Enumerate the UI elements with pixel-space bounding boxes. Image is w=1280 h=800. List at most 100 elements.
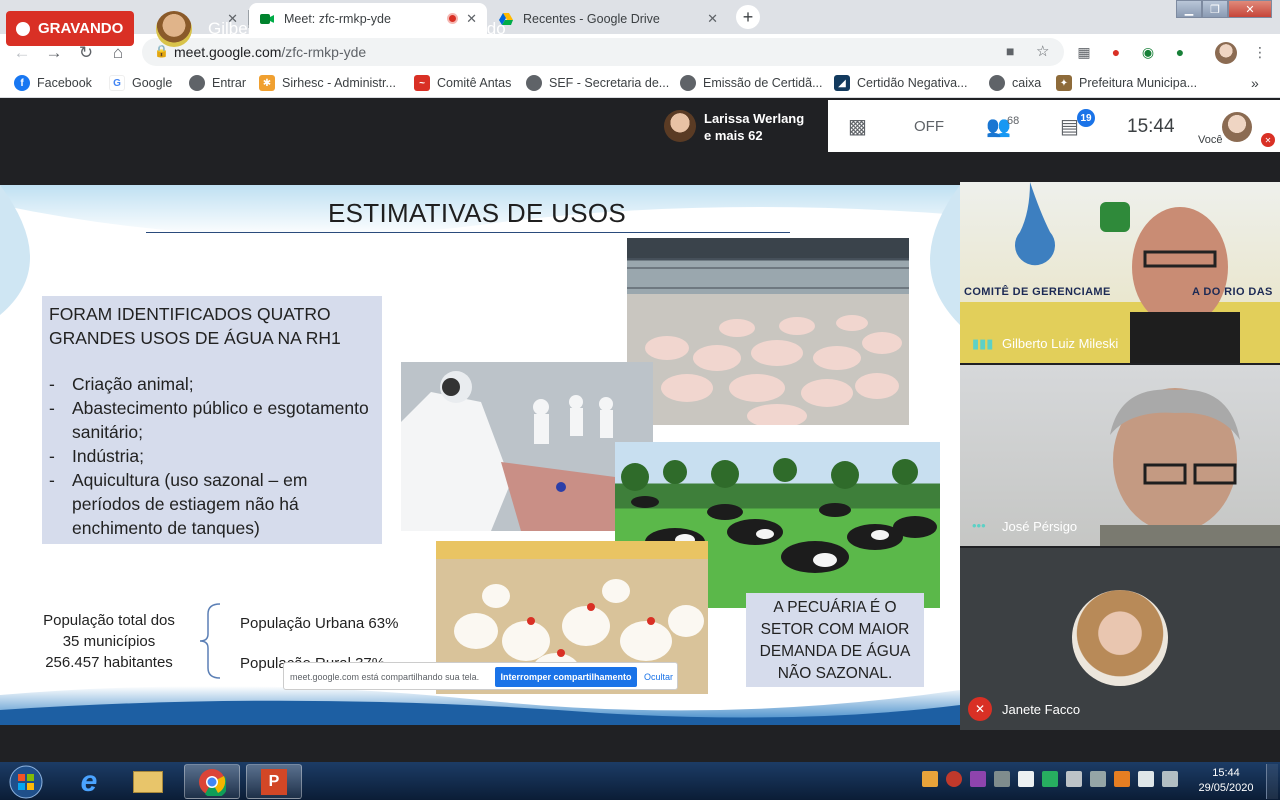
forward-icon[interactable]: → xyxy=(44,43,64,63)
taskbar-clock[interactable]: 15:44 29/05/2020 xyxy=(1196,766,1256,796)
show-desktop-button[interactable] xyxy=(1266,764,1278,799)
pig-farm-photo xyxy=(627,238,909,425)
sirhesc-icon: ✱ xyxy=(259,75,275,91)
tray-volume-icon[interactable] xyxy=(1066,771,1082,787)
captions-toggle[interactable]: OFF xyxy=(914,118,944,135)
bookmark-prefeitura[interactable]: ✦ Prefeitura Municipa... xyxy=(1056,75,1197,91)
banner-text: COMITÊ DE GERENCIAME xyxy=(964,286,1111,298)
certidao-icon: ◢ xyxy=(834,75,850,91)
bookmark-google[interactable]: G Google xyxy=(109,75,172,91)
bookmark-label: Entrar xyxy=(212,76,247,90)
file-explorer-icon[interactable] xyxy=(120,764,176,799)
participant-avatar xyxy=(1072,590,1168,686)
participant-tile-gilberto[interactable]: COMITÊ DE GERENCIAME A DO RIO DAS ▮▮▮ Gi… xyxy=(960,182,1280,363)
powerpoint-icon[interactable]: P xyxy=(246,764,302,799)
apps-grid-icon[interactable]: ▦ xyxy=(1074,42,1094,62)
more-bookmarks-icon[interactable]: » xyxy=(1251,75,1259,91)
brace-shape xyxy=(199,603,221,679)
mic-off-icon: ✕ xyxy=(968,697,992,721)
bookmark-label: Certidão Negativa... xyxy=(857,76,968,90)
browser-toolbar: ← → ↻ ⌂ 🔒 meet.google.com/zfc-rmkp-yde ■… xyxy=(0,34,1280,70)
close-icon[interactable]: ✕ xyxy=(707,11,718,27)
bookmark-facebook[interactable]: f Facebook xyxy=(14,75,92,91)
list-item: Indústria; xyxy=(49,444,375,468)
self-avatar[interactable] xyxy=(1222,112,1252,142)
camera-icon[interactable]: ■ xyxy=(1006,43,1014,59)
uses-heading: FORAM IDENTIFICADOS QUATRO GRANDES USOS … xyxy=(49,304,341,348)
title-underline xyxy=(146,232,790,233)
lock-icon: 🔒 xyxy=(154,44,169,58)
tray-power-icon[interactable] xyxy=(1162,771,1178,787)
tray-security-icon[interactable] xyxy=(1042,771,1058,787)
bookmark-sef[interactable]: SEF - Secretaria de... xyxy=(526,75,669,91)
new-tab-button[interactable]: + xyxy=(736,5,760,29)
participant-tile-janete[interactable]: ✕ Janete Facco xyxy=(960,548,1280,730)
minimize-button[interactable]: ▁ xyxy=(1176,0,1202,18)
bookmark-caixa[interactable]: caixa xyxy=(989,75,1041,91)
tray-network-icon[interactable] xyxy=(1138,771,1154,787)
star-icon[interactable]: ☆ xyxy=(1036,42,1049,60)
urban-population: População Urbana 63% xyxy=(240,615,399,632)
comite-icon: ~ xyxy=(414,75,430,91)
bookmark-certidao[interactable]: ◢ Certidão Negativa... xyxy=(834,75,967,91)
viewer-count: e mais 62 xyxy=(704,128,763,143)
presenting-text: Gilberto Luiz Mileski está apresentando xyxy=(208,19,506,38)
participant-name: Janete Facco xyxy=(1002,702,1081,717)
viewer-name: Larissa Werlang xyxy=(704,111,805,126)
highlight-box: A PECUÁRIA É O SETOR COM MAIOR DEMANDA D… xyxy=(746,593,924,687)
tray-device-icon[interactable] xyxy=(994,771,1010,787)
chrome-taskbar-icon[interactable] xyxy=(184,764,240,799)
population-line: 256.457 habitantes xyxy=(45,654,173,671)
mic-off-icon: ✕ xyxy=(1261,133,1275,147)
tray-java-icon[interactable] xyxy=(1114,771,1130,787)
tray-usb-icon[interactable] xyxy=(1018,771,1034,787)
recording-badge: GRAVANDO xyxy=(6,11,134,46)
tray-warning-icon[interactable] xyxy=(922,771,938,787)
more-icon: ••• xyxy=(972,518,986,533)
record-icon xyxy=(16,21,30,36)
hide-button[interactable]: Ocultar xyxy=(644,672,673,682)
internet-explorer-icon[interactable]: e xyxy=(61,764,117,799)
back-icon[interactable]: ← xyxy=(12,43,32,63)
share-notice-text: meet.google.com está compartilhando sua … xyxy=(290,672,480,682)
tray-display-icon[interactable] xyxy=(1090,771,1106,787)
meeting-clock: 15:44 xyxy=(1127,116,1175,137)
participant-name: Gilberto Luiz Mileski xyxy=(1002,336,1119,351)
stop-sharing-button[interactable]: Interromper compartilhamento xyxy=(495,667,637,687)
address-bar[interactable]: 🔒 meet.google.com/zfc-rmkp-yde ■ ☆ xyxy=(142,38,1064,66)
menu-kebab-icon[interactable]: ⋮ xyxy=(1250,42,1270,62)
uses-list: Criação animal; Abastecimento público e … xyxy=(49,372,375,540)
tab-drive[interactable]: Recentes - Google Drive ✕ xyxy=(488,3,728,34)
tray-onenote-icon[interactable] xyxy=(970,771,986,787)
profile-avatar[interactable] xyxy=(1215,42,1237,64)
close-window-button[interactable]: ✕ xyxy=(1228,0,1272,18)
google-icon: G xyxy=(109,75,125,91)
avatar xyxy=(664,110,696,142)
globe-icon xyxy=(989,75,1005,91)
list-item: Criação animal; xyxy=(49,372,375,396)
bookmark-entrar[interactable]: Entrar xyxy=(189,75,246,91)
viewers-summary[interactable]: Larissa Werlang e mais 62 xyxy=(656,100,828,152)
participant-tile-jose[interactable]: ••• José Pérsigo xyxy=(960,365,1280,546)
list-item: Abastecimento público e esgotamento sani… xyxy=(49,396,375,444)
extension-chat-icon[interactable]: ● xyxy=(1170,42,1190,62)
prefeitura-icon: ✦ xyxy=(1056,75,1072,91)
bookmark-comite-antas[interactable]: ~ Comitê Antas xyxy=(414,75,511,91)
reload-icon[interactable]: ↻ xyxy=(76,43,96,63)
maximize-button[interactable]: ❐ xyxy=(1202,0,1228,18)
bookmark-sirhesc[interactable]: ✱ Sirhesc - Administr... xyxy=(259,75,396,91)
url-path: /zfc-rmkp-yde xyxy=(281,44,367,60)
home-icon[interactable]: ⌂ xyxy=(108,43,128,63)
tray-app-icon[interactable] xyxy=(946,771,962,787)
bookmark-emissao[interactable]: Emissão de Certidã... xyxy=(680,75,823,91)
layout-grid-icon[interactable]: ▩ xyxy=(848,114,867,139)
pigs-illustration xyxy=(627,238,909,425)
extension-timer-icon[interactable]: ◉ xyxy=(1138,42,1158,62)
windows-start-icon[interactable] xyxy=(6,763,46,800)
presenter-avatar xyxy=(156,11,192,47)
extension-apple-icon[interactable]: ● xyxy=(1106,42,1126,62)
facebook-icon: f xyxy=(14,75,30,91)
speaking-icon: ▮▮▮ xyxy=(972,336,994,351)
bookmark-label: Prefeitura Municipa... xyxy=(1079,76,1198,90)
globe-icon xyxy=(189,75,205,91)
